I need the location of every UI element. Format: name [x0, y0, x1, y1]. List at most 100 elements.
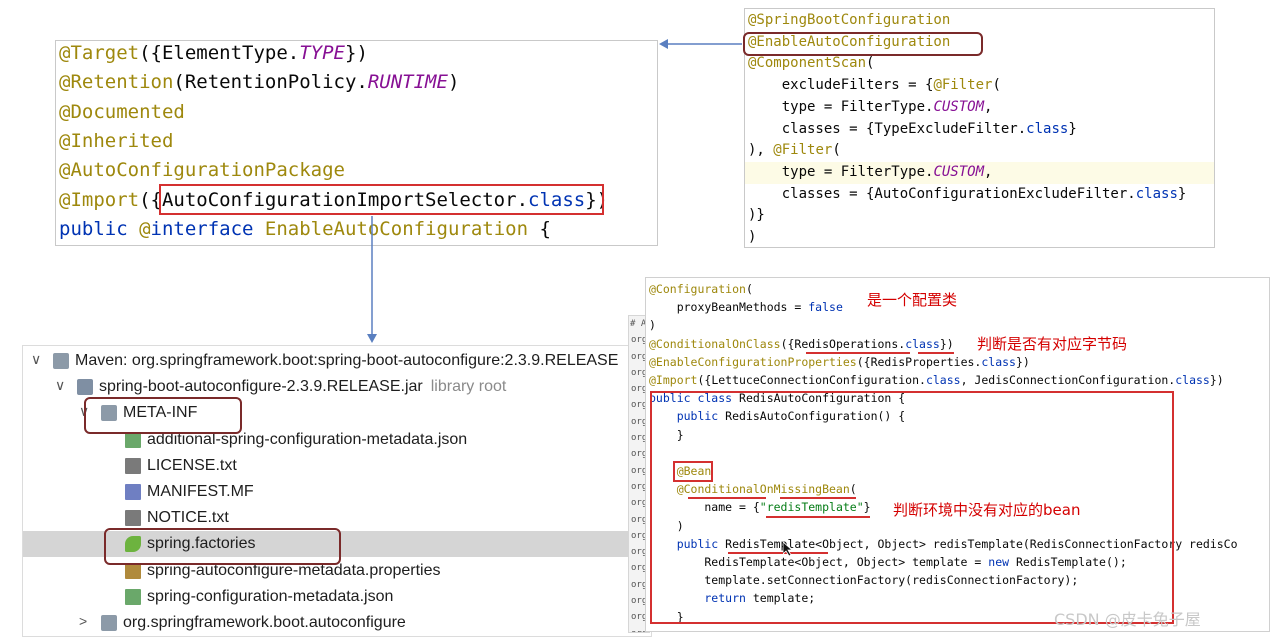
- code-line: )}: [748, 207, 765, 223]
- underline-class-keyword: [918, 352, 954, 354]
- underline-redis-template-name: [766, 516, 870, 518]
- tree-item[interactable]: spring-configuration-metadata.json: [23, 584, 651, 610]
- code-line: @AutoConfigurationPackage: [59, 159, 345, 181]
- code-token: CUSTOM: [933, 98, 985, 115]
- library-icon: [53, 353, 69, 369]
- code-line: @Import({LettuceConnectionConfiguration.…: [649, 373, 1224, 387]
- tree-item[interactable]: ∨ Maven: org.springframework.boot:spring-…: [23, 348, 651, 374]
- code-token: }): [939, 336, 954, 351]
- code-token: (RetentionPolicy.: [173, 71, 368, 94]
- chevron-down-icon[interactable]: ∨: [55, 377, 65, 394]
- tree-item[interactable]: > org.springframework.boot.autoconfigure: [23, 610, 651, 636]
- code-line: public @interface EnableAutoConfiguratio…: [59, 218, 551, 240]
- code-line: @Target({ElementType.TYPE}): [59, 42, 368, 64]
- code-line: type = FilterType.CUSTOM,: [748, 163, 993, 180]
- note-no-bean: 判断环境中没有对应的bean: [893, 501, 1081, 519]
- code-token: ,: [984, 98, 993, 115]
- code-token: type = FilterType.: [748, 163, 934, 180]
- code-token: EnableAutoConfiguration: [264, 217, 529, 240]
- code-token: @Import: [59, 188, 140, 211]
- tree-item-label: Maven: org.springframework.boot:spring-b…: [75, 352, 619, 369]
- code-line: excludeFilters = {@Filter(: [748, 77, 1001, 93]
- code-line: type = FilterType.CUSTOM,: [748, 98, 993, 115]
- code-token: ): [649, 318, 656, 333]
- code-token: class: [1175, 373, 1210, 387]
- code-line: ), @Filter(: [748, 142, 841, 158]
- code-token: ): [748, 229, 757, 245]
- code-token: {: [528, 217, 551, 240]
- chevron-right-icon[interactable]: >: [79, 613, 87, 629]
- code-token: @Documented: [59, 100, 185, 123]
- code-token: }: [1068, 120, 1077, 137]
- note-has-bytecode: 判断是否有对应字节码: [977, 335, 1128, 353]
- code-token: ): [447, 71, 460, 94]
- underline-conditional-on-class: [806, 352, 910, 354]
- code-line: @ConditionalOnClass({RedisOperations.cla…: [649, 337, 954, 351]
- code-token: class: [981, 354, 1016, 369]
- code-token: CUSTOM: [933, 163, 985, 180]
- underline-conditional-on-missing-bean: [688, 497, 766, 499]
- code-token: @Retention: [59, 71, 174, 94]
- code-line: @ComponentScan(: [748, 55, 874, 71]
- code-token: interface: [150, 217, 265, 240]
- code-token: proxyBeanMethods =: [649, 300, 809, 315]
- code-token: class: [925, 373, 961, 387]
- code-token: type = FilterType.: [748, 98, 934, 115]
- code-token: }): [1015, 354, 1030, 369]
- highlight-enable-auto-config: [743, 32, 983, 56]
- code-token: @ConditionalOnClass: [649, 336, 781, 351]
- underline-redis-template-type: [728, 552, 828, 554]
- code-token: @ComponentScan: [748, 55, 867, 72]
- note-config-class: 是一个配置类: [867, 291, 958, 309]
- code-line: @Inherited: [59, 130, 173, 152]
- enable-auto-config-code-panel: @Target({ElementType.TYPE}) @Retention(Re…: [55, 40, 658, 246]
- code-token: public: [59, 217, 140, 240]
- code-token: RUNTIME: [367, 71, 448, 94]
- code-token: ,: [984, 163, 993, 180]
- code-token: ({LettuceConnectionConfiguration.: [697, 373, 926, 387]
- chevron-down-icon[interactable]: ∨: [31, 351, 41, 368]
- project-tree-panel: ∨ Maven: org.springframework.boot:spring-…: [22, 345, 652, 637]
- code-token: false: [808, 300, 843, 315]
- tree-item-label: spring-boot-autoconfigure-2.3.9.RELEASE.…: [99, 378, 507, 396]
- highlight-meta-inf: [84, 397, 242, 434]
- code-token: @EnableConfigurationProperties: [649, 354, 857, 369]
- code-token: ({RedisOperations.: [780, 336, 906, 351]
- tree-item[interactable]: LICENSE.txt: [23, 453, 651, 479]
- folder-icon: [101, 615, 117, 631]
- json-icon: [125, 588, 141, 605]
- code-token: }): [345, 42, 368, 64]
- text-icon: [125, 457, 141, 474]
- code-token: TYPE: [299, 42, 345, 64]
- watermark: CSDN @皮卡兔子屋: [1054, 610, 1201, 629]
- code-token: @Filter: [773, 142, 833, 159]
- mf-icon: [125, 484, 141, 500]
- code-token: classes = {AutoConfigurationExcludeFilte…: [748, 185, 1136, 202]
- code-token: class: [1026, 120, 1069, 137]
- code-token: }): [1209, 373, 1224, 387]
- code-token: @Target: [59, 42, 140, 64]
- underline-missing-bean: [780, 497, 856, 499]
- code-token: class: [1135, 185, 1178, 202]
- highlight-import-selector: [159, 184, 604, 215]
- code-token: ),: [748, 142, 774, 159]
- jar-icon: [77, 379, 93, 396]
- tree-item-label: spring-configuration-metadata.json: [147, 587, 394, 605]
- code-line: @EnableConfigurationProperties({RedisPro…: [649, 355, 1030, 369]
- code-line: @SpringBootConfiguration: [748, 12, 950, 28]
- code-token: @: [139, 217, 151, 240]
- code-token: @SpringBootConfiguration: [748, 12, 951, 28]
- tree-item-label: MANIFEST.MF: [147, 483, 254, 500]
- code-line: @Configuration(: [649, 282, 753, 296]
- code-token: ({ElementType.: [139, 42, 300, 64]
- tree-item[interactable]: MANIFEST.MF: [23, 479, 651, 505]
- code-token: )}: [748, 207, 765, 224]
- code-token: @Import: [649, 373, 698, 387]
- code-token: @Configuration: [649, 282, 746, 296]
- code-token: @Filter: [933, 77, 993, 94]
- highlight-spring-factories: [104, 528, 341, 565]
- code-token: classes = {TypeExcludeFilter.: [748, 120, 1027, 137]
- code-token: @AutoConfigurationPackage: [59, 159, 345, 182]
- code-token: }: [1177, 185, 1187, 202]
- code-token: class: [905, 336, 940, 351]
